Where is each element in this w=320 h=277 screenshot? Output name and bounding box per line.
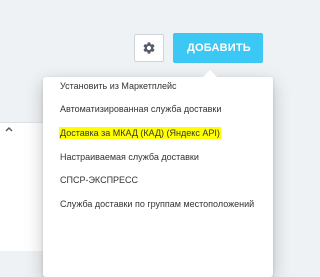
add-delivery-service-menu: Установить из Маркетплейс Автоматизирова… <box>43 70 273 277</box>
add-button[interactable]: ДОБАВИТЬ <box>173 33 263 63</box>
menu-item-configurable-delivery[interactable]: Настраиваемая служба доставки <box>43 148 273 168</box>
menu-item-mkad-yandex[interactable]: Доставка за МКАД (КАД) (Яндекс API) <box>43 124 273 144</box>
menu-item-label: Служба доставки по группам местоположени… <box>60 199 255 209</box>
menu-item-label: СПСР-ЭКСПРЕСС <box>60 175 139 185</box>
gear-icon <box>143 42 155 54</box>
settings-button[interactable] <box>134 34 164 62</box>
chevron-up-icon[interactable] <box>4 124 14 134</box>
menu-item-spsr-express[interactable]: СПСР-ЭКСПРЕСС <box>43 171 273 191</box>
menu-item-automated-delivery[interactable]: Автоматизированная служба доставки <box>43 100 273 120</box>
menu-item-marketplace[interactable]: Установить из Маркетплейс <box>43 77 273 97</box>
menu-item-label: Настраиваемая служба доставки <box>60 152 199 162</box>
menu-item-label: Доставка за МКАД (КАД) (Яндекс API) <box>59 127 221 139</box>
menu-item-label: Установить из Маркетплейс <box>60 81 177 91</box>
menu-item-label: Автоматизированная служба доставки <box>60 104 222 114</box>
dropdown-arrow <box>203 70 217 77</box>
menu-item-location-groups[interactable]: Служба доставки по группам местоположени… <box>43 195 273 215</box>
